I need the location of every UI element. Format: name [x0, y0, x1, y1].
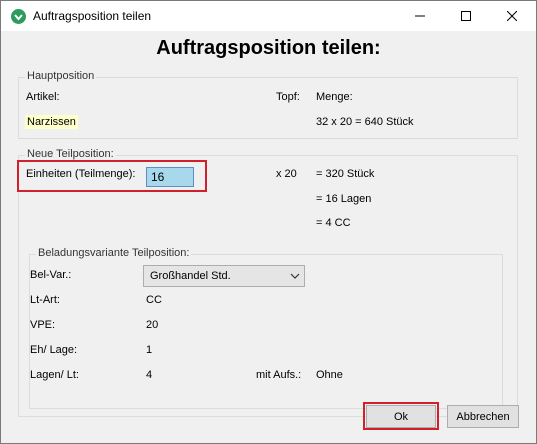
maximize-button[interactable]: [443, 1, 489, 31]
vpe-label: VPE:: [30, 319, 56, 331]
multiplier-text: x 20: [276, 168, 297, 180]
vpe-value: 20: [146, 319, 159, 331]
beladung-group: Beladungsvariante Teilposition: Bel-Var.…: [29, 247, 503, 409]
lagenlt-value: 4: [146, 369, 153, 381]
cancel-button[interactable]: Abbrechen: [447, 405, 519, 428]
page-title: Auftragsposition teilen:: [156, 37, 381, 59]
ehlage-label: Eh/ Lage:: [30, 344, 78, 356]
minimize-icon: [415, 15, 425, 17]
topf-label: Topf:: [276, 91, 300, 103]
hauptposition-legend: Hauptposition: [25, 70, 97, 82]
mitaufs-value: Ohne: [316, 369, 343, 381]
beladung-legend: Beladungsvariante Teilposition:: [36, 247, 192, 259]
minimize-button[interactable]: [397, 1, 443, 31]
neue-teilposition-group: Neue Teilposition: Einheiten (Teilmenge)…: [18, 148, 518, 417]
ok-button[interactable]: Ok: [366, 405, 436, 428]
hauptposition-group: Hauptposition Artikel: Topf: Menge: Narz…: [18, 70, 518, 139]
ehlage-value: 1: [146, 344, 153, 356]
belvar-select[interactable]: Großhandel Std.: [143, 265, 305, 287]
title-bar[interactable]: Auftragsposition teilen: [1, 1, 536, 31]
chevron-down-icon: [290, 273, 300, 279]
menge-value: 32 x 20 = 640 Stück: [316, 116, 414, 128]
neue-teilposition-legend: Neue Teilposition:: [25, 148, 116, 160]
close-icon: [507, 11, 517, 21]
menge-label: Menge:: [316, 91, 353, 103]
artikel-label: Artikel:: [26, 91, 60, 103]
maximize-icon: [461, 11, 471, 21]
dialog-window: Auftragsposition teilen Auftragsposition…: [0, 0, 537, 444]
mitaufs-label: mit Aufs.:: [256, 369, 302, 381]
dialog-content: Auftragsposition teilen: Hauptposition A…: [1, 31, 536, 443]
belvar-value: Großhandel Std.: [150, 270, 231, 282]
ltart-label: Lt-Art:: [30, 294, 60, 306]
result-stueck: = 320 Stück: [316, 168, 375, 180]
belvar-label: Bel-Var.:: [30, 269, 72, 281]
ltart-value: CC: [146, 294, 162, 306]
leaf-app-icon: [11, 9, 26, 24]
lagenlt-label: Lagen/ Lt:: [30, 369, 79, 381]
result-cc: = 4 CC: [316, 217, 351, 229]
window-title: Auftragsposition teilen: [33, 9, 152, 23]
artikel-value: Narzissen: [25, 115, 78, 129]
close-button[interactable]: [489, 1, 535, 31]
einheiten-highlight-frame: [17, 160, 207, 192]
result-lagen: = 16 Lagen: [316, 193, 372, 205]
